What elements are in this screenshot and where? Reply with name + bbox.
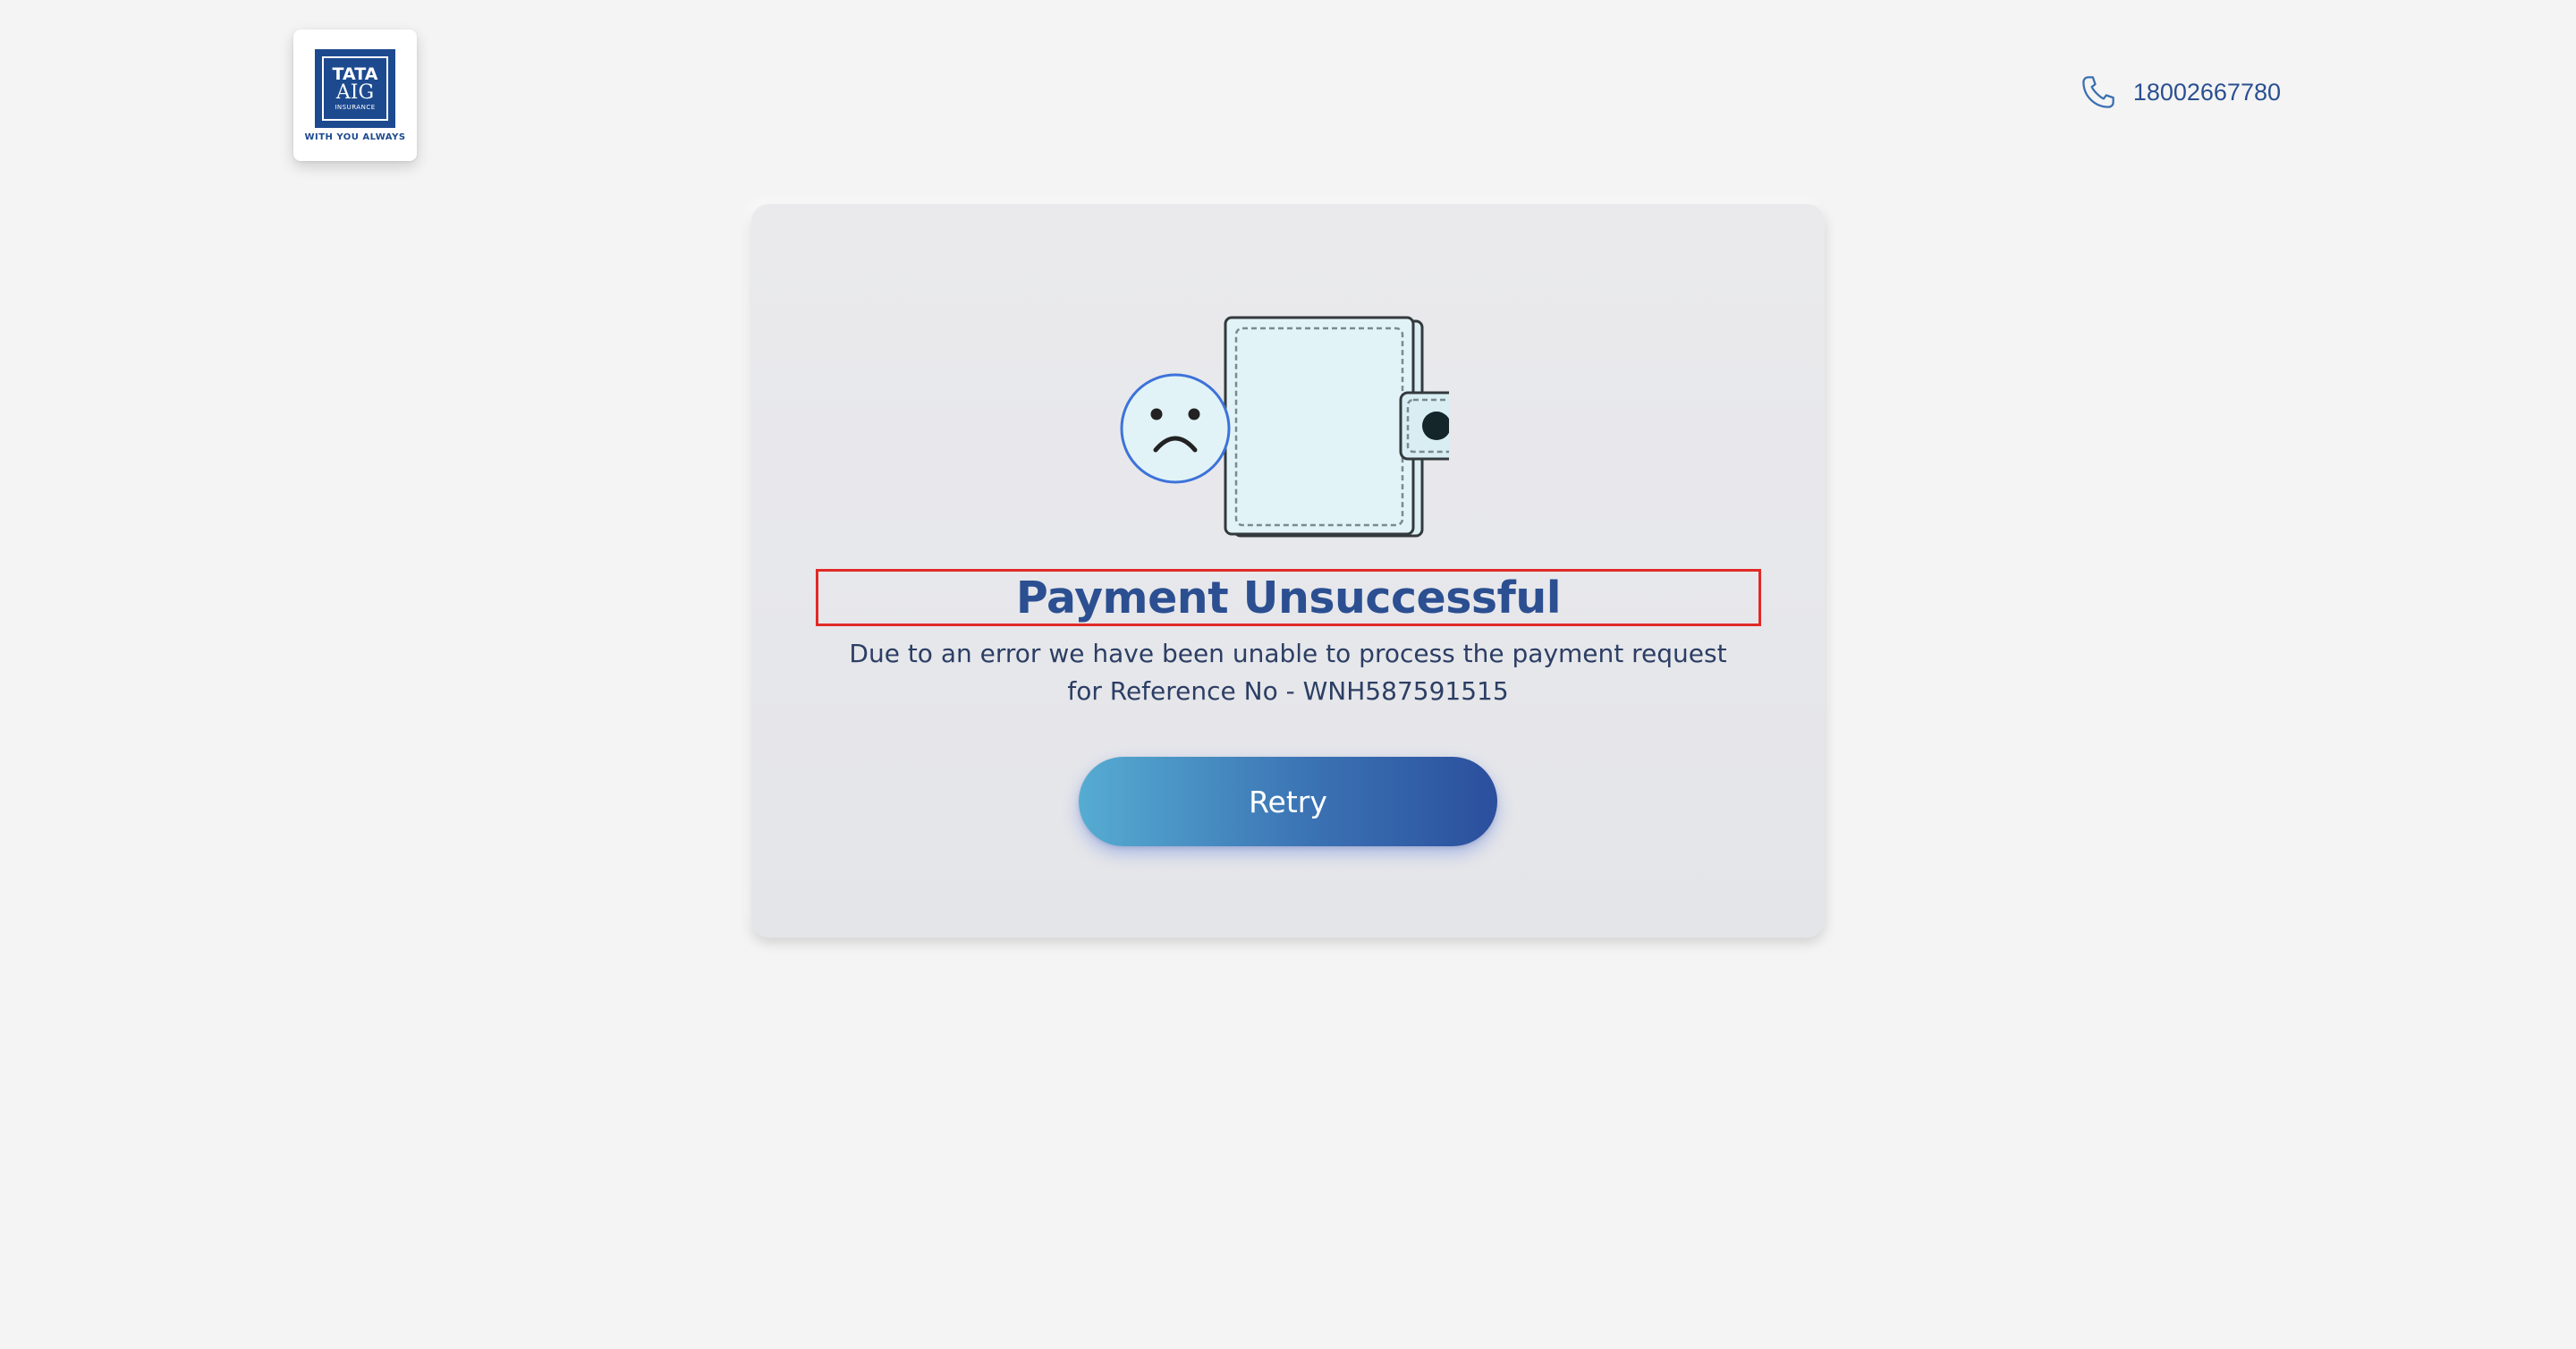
tata-aig-logo[interactable]: TATA AIG INSURANCE WITH YOU ALWAYS — [293, 30, 417, 161]
title-highlight: Payment Unsuccessful — [816, 569, 1761, 626]
logo-text-insurance: INSURANCE — [335, 104, 376, 111]
helpline[interactable]: 18002667780 — [2080, 73, 2281, 111]
logo-text-tata: TATA — [332, 64, 378, 84]
logo-mark: TATA AIG INSURANCE — [315, 49, 395, 128]
payment-status-page: TATA AIG INSURANCE WITH YOU ALWAYS 18002… — [0, 0, 2576, 1349]
sad-wallet-icon — [1120, 316, 1449, 538]
page-title: Payment Unsuccessful — [1015, 572, 1562, 624]
logo-tagline: WITH YOU ALWAYS — [304, 132, 406, 142]
error-message: Due to an error we have been unable to p… — [805, 635, 1771, 710]
phone-icon — [2082, 76, 2114, 108]
error-message-line2: for Reference No - WNH587591515 — [1067, 676, 1509, 706]
helpline-number[interactable]: 18002667780 — [2133, 79, 2281, 106]
error-message-line1: Due to an error we have been unable to p… — [849, 639, 1727, 668]
payment-status-card: Payment Unsuccessful Due to an error we … — [751, 204, 1825, 938]
retry-button[interactable]: Retry — [1079, 757, 1497, 846]
logo-text-aig: AIG — [335, 81, 375, 104]
